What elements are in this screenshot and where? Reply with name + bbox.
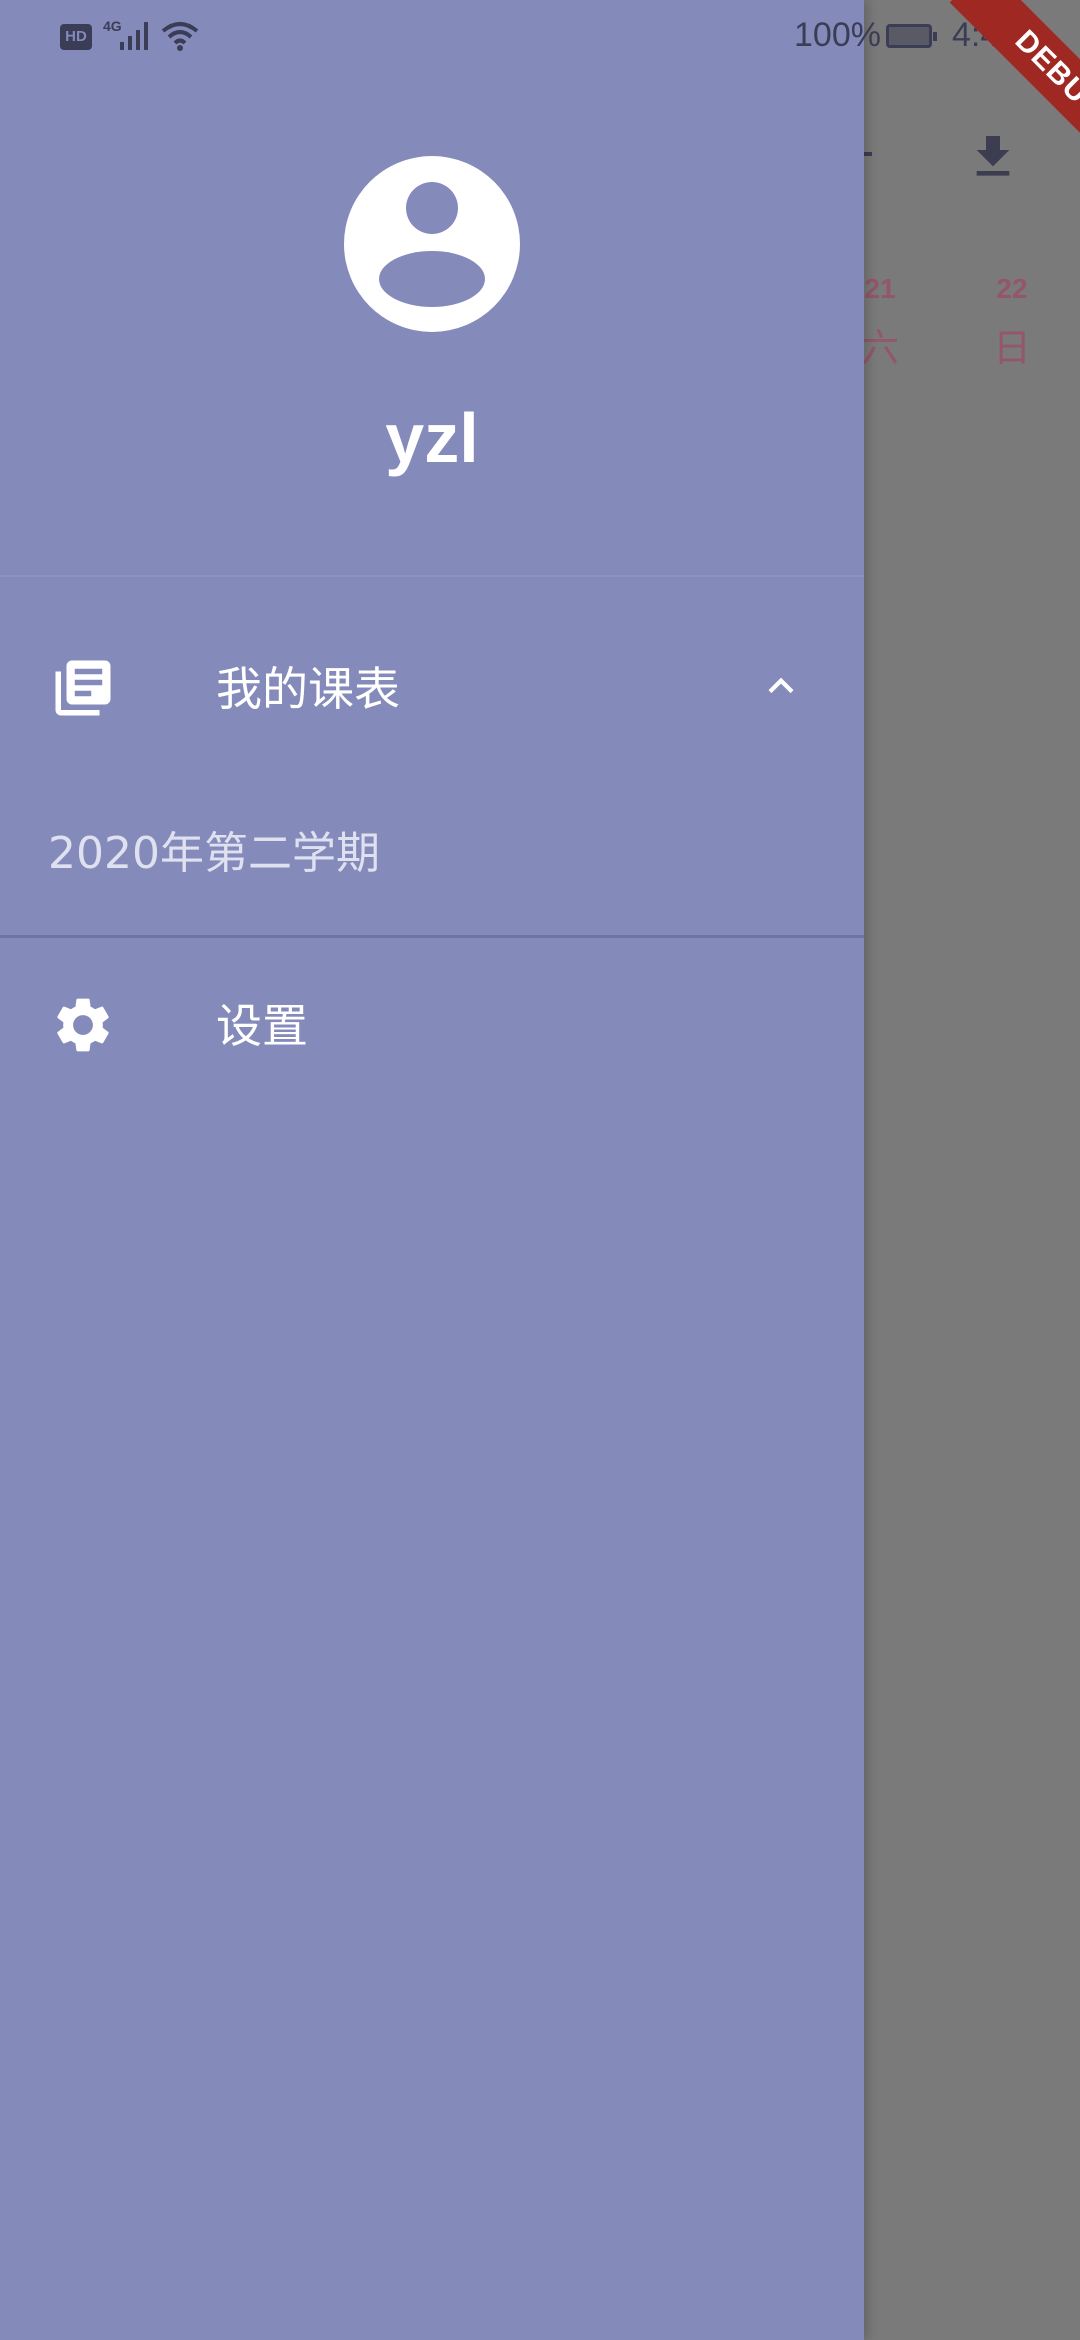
wifi-icon (161, 22, 199, 51)
term-item[interactable]: 2020年第二学期 (48, 820, 380, 888)
menu-item-label: 设置 (216, 999, 308, 1053)
header-divider (0, 575, 864, 577)
account-circle-icon[interactable] (344, 156, 520, 332)
library-books-icon (55, 660, 111, 716)
screen: 21 六 22 日 yzl 我的课表 2020年第二学期 设置 HD 4G 10… (0, 0, 1080, 2340)
battery-icon (886, 24, 937, 48)
day-weekday: 日 (992, 328, 1031, 370)
menu-item-label: 我的课表 (216, 662, 400, 716)
menu-item-my-schedule[interactable]: 我的课表 (0, 625, 864, 745)
chevron-up-icon[interactable] (756, 661, 806, 711)
signal-icon (120, 22, 148, 50)
menu-item-settings[interactable]: 设置 (0, 962, 864, 1082)
battery-percentage: 100% (794, 16, 881, 54)
weekday-header-sunday: 22 日 (972, 272, 1052, 374)
day-number: 22 (996, 273, 1028, 304)
status-bar: HD 4G 100% 4:48 (0, 0, 1080, 76)
gear-icon (57, 998, 109, 1052)
section-divider (0, 935, 864, 938)
navigation-drawer: yzl 我的课表 2020年第二学期 设置 (0, 0, 864, 2340)
download-icon[interactable] (965, 128, 1021, 186)
hd-icon: HD (60, 24, 92, 50)
username: yzl (385, 399, 479, 477)
